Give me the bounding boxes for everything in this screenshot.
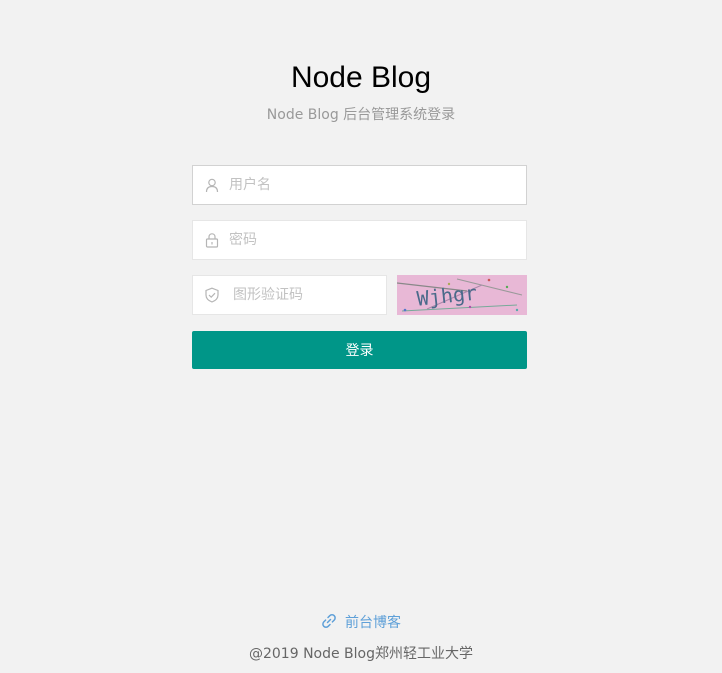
lock-icon bbox=[204, 232, 220, 248]
link-icon bbox=[321, 613, 337, 629]
username-input[interactable] bbox=[229, 166, 519, 204]
captcha-input[interactable] bbox=[233, 276, 378, 314]
copyright-text: @2019 Node Blog郑州轻工业大学 bbox=[248, 646, 473, 662]
captcha-field[interactable] bbox=[192, 275, 387, 315]
front-blog-link-label: 前台博客 bbox=[345, 615, 401, 631]
front-blog-link-row: 前台博客 bbox=[0, 613, 722, 633]
page-title: Node Blog bbox=[290, 61, 432, 94]
user-icon bbox=[204, 177, 220, 193]
captcha-image[interactable]: Wjhgr bbox=[397, 275, 527, 315]
login-button[interactable]: 登录 bbox=[192, 331, 527, 369]
front-blog-link[interactable]: 前台博客 bbox=[321, 613, 401, 631]
password-field[interactable] bbox=[192, 220, 527, 260]
username-field[interactable] bbox=[192, 165, 527, 205]
password-input[interactable] bbox=[229, 221, 519, 259]
page-subtitle: Node Blog 后台管理系统登录 bbox=[266, 107, 456, 123]
shield-icon bbox=[204, 287, 220, 303]
